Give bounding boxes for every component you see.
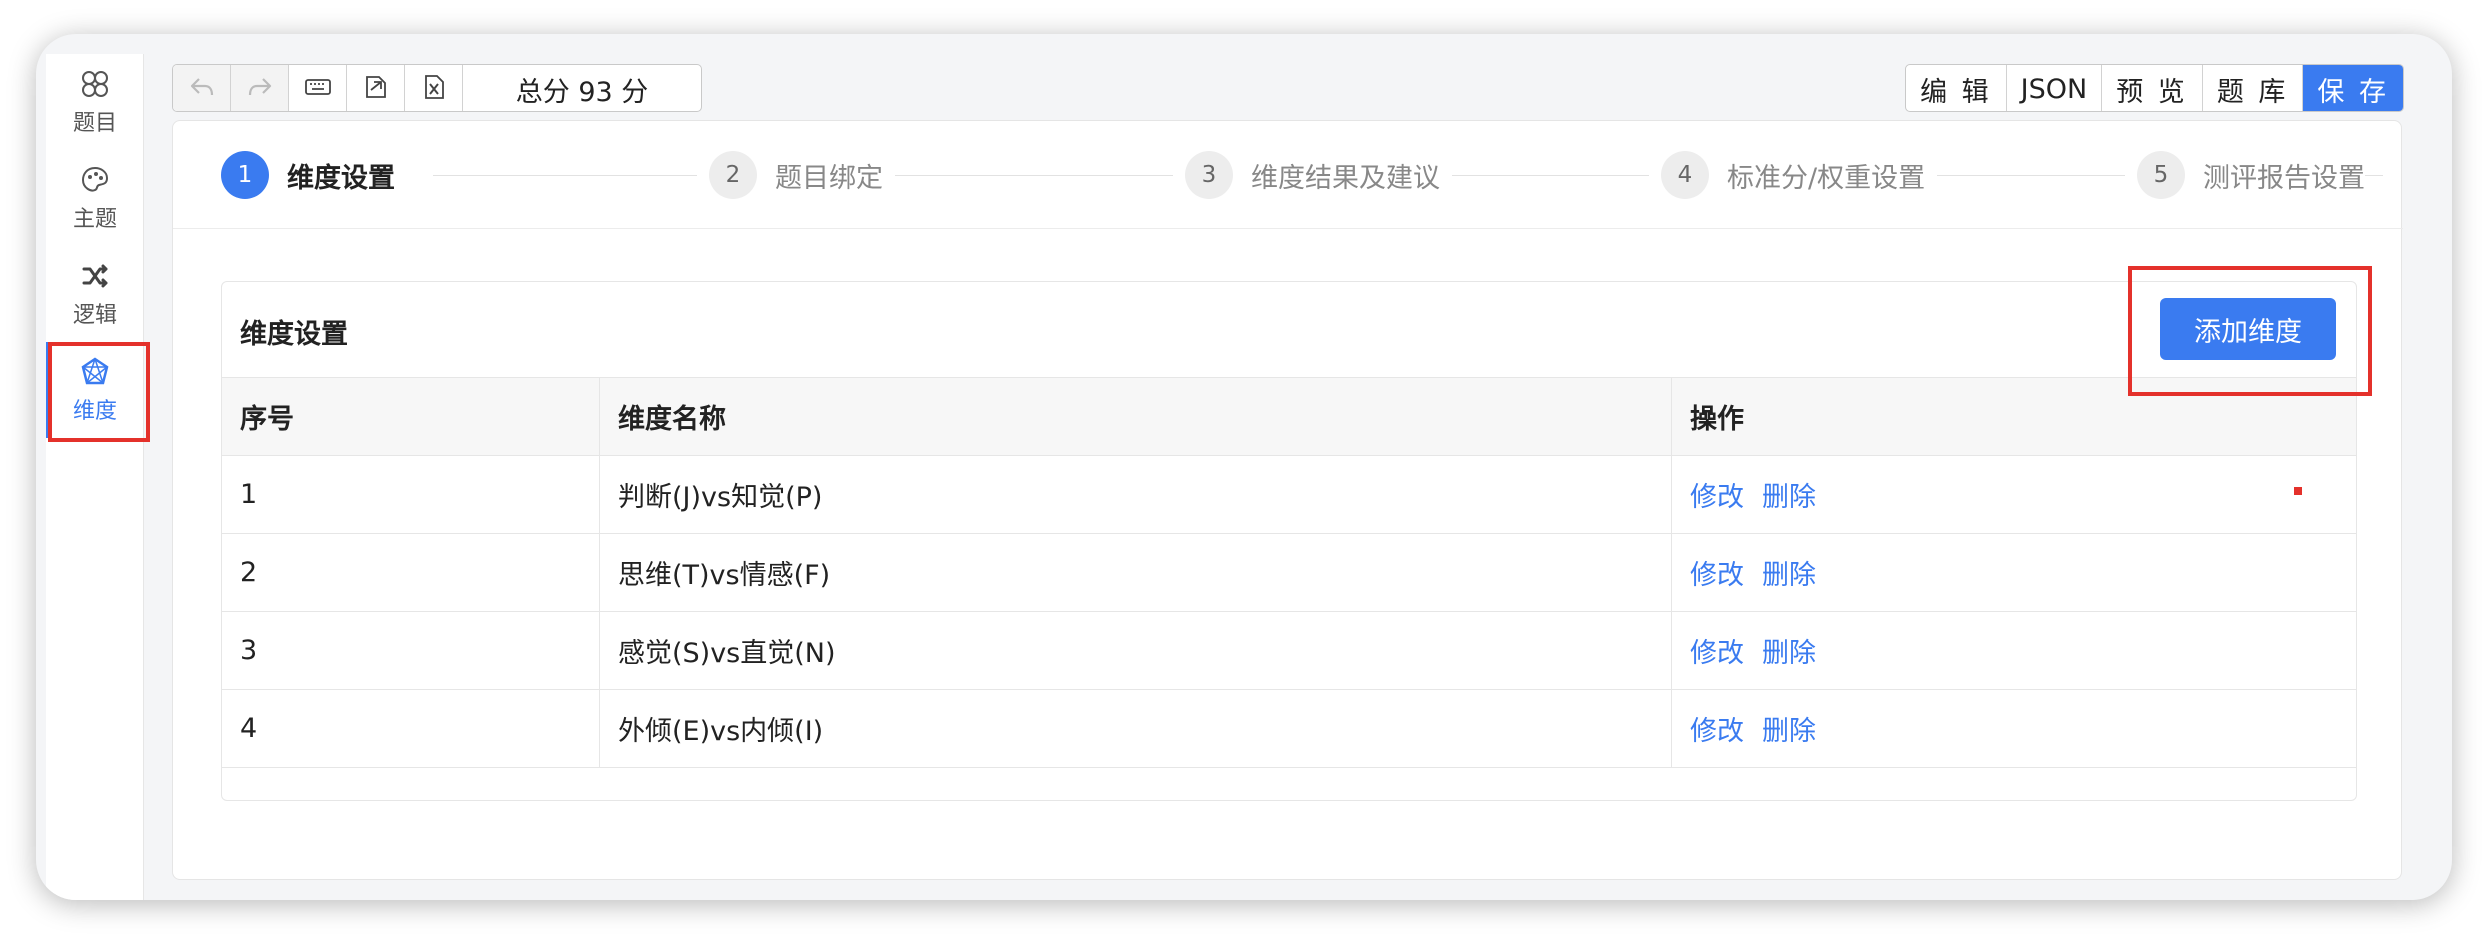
delete-link[interactable]: 删除: [1762, 716, 1816, 747]
main-panel: 1 维度设置 2 题目绑定 3 维度结果及建议 4 标准分/权重设置 5 测评报…: [172, 120, 2403, 880]
step-number: 5: [2137, 151, 2185, 199]
row-dimension-name: 判断(J)vs知觉(P): [599, 455, 1672, 534]
keyboard-button[interactable]: [289, 65, 347, 111]
action-toolbar: 编 辑 JSON 预 览 题 库 保 存: [1905, 64, 2404, 112]
save-button[interactable]: 保 存: [2303, 65, 2403, 111]
json-button[interactable]: JSON: [2007, 65, 2103, 111]
row-dimension-name: 思维(T)vs情感(F): [599, 533, 1672, 612]
highlight-box-add-button: [2128, 266, 2372, 396]
sidebar-item-label: 题目: [72, 111, 117, 136]
preview-button[interactable]: 预 览: [2102, 65, 2203, 111]
step-number: 4: [1661, 151, 1709, 199]
delete-link[interactable]: 删除: [1762, 638, 1816, 669]
row-dimension-name: 外倾(E)vs内倾(I): [599, 689, 1672, 768]
step-standard-score-weights[interactable]: 4 标准分/权重设置: [1649, 149, 1938, 201]
table-row: 3 感觉(S)vs直觉(N) 修改 删除: [221, 611, 2357, 690]
row-index: 3: [221, 611, 600, 690]
app-window: 题目 主题 逻辑 维度 总分 93 分 编 辑 JSON 预 览 题 库 保 存…: [36, 34, 2452, 900]
delete-link[interactable]: 删除: [1762, 560, 1816, 591]
row-actions: 修改 删除: [1671, 533, 2357, 612]
step-number: 3: [1185, 151, 1233, 199]
questions-icon: [78, 67, 112, 101]
row-index: 2: [221, 533, 600, 612]
redo-icon: [245, 72, 275, 106]
sidebar-item-logic[interactable]: 逻辑: [46, 246, 144, 342]
row-actions: 修改 删除: [1671, 689, 2357, 768]
redo-button[interactable]: [231, 65, 289, 111]
excel-icon: [419, 72, 449, 106]
total-score: 总分 93 分: [515, 76, 649, 108]
step-dimension-results[interactable]: 3 维度结果及建议: [1173, 149, 1452, 201]
excel-export-button[interactable]: [405, 65, 463, 111]
shuffle-icon: [78, 259, 112, 293]
sidebar-item-questions[interactable]: 题目: [46, 54, 144, 150]
step-number: 1: [221, 151, 269, 199]
table-row: 2 思维(T)vs情感(F) 修改 删除: [221, 533, 2357, 612]
edit-button[interactable]: 编 辑: [1906, 65, 2007, 111]
delete-link[interactable]: 删除: [1762, 482, 1816, 513]
step-label: 维度设置: [287, 162, 395, 194]
step-question-binding[interactable]: 2 题目绑定: [697, 149, 895, 201]
step-dimension-settings[interactable]: 1 维度设置: [221, 149, 407, 201]
import-button[interactable]: [347, 65, 405, 111]
edit-link[interactable]: 修改: [1690, 638, 1744, 669]
steps-bar: 1 维度设置 2 题目绑定 3 维度结果及建议 4 标准分/权重设置 5 测评报…: [173, 121, 2403, 229]
highlight-box-sidebar: [48, 342, 150, 442]
dimension-table: 序号 维度名称 操作 1 判断(J)vs知觉(P) 修改 删除 2 思维(T)vs…: [221, 377, 2357, 768]
editor-toolbar: 总分 93 分: [172, 64, 702, 112]
row-actions: 修改 删除: [1671, 611, 2357, 690]
sidebar: 题目 主题 逻辑 维度: [46, 54, 144, 900]
palette-icon: [78, 163, 112, 197]
step-label: 标准分/权重设置: [1727, 162, 1926, 194]
import-icon: [361, 72, 391, 106]
step-report-settings[interactable]: 5 测评报告设置: [2125, 149, 2365, 201]
column-header-name: 维度名称: [599, 377, 1672, 456]
row-actions: 修改 删除: [1671, 455, 2357, 534]
step-label: 测评报告设置: [2203, 162, 2365, 194]
step-label: 题目绑定: [775, 162, 883, 194]
edit-link[interactable]: 修改: [1690, 716, 1744, 747]
row-index: 4: [221, 689, 600, 768]
row-index: 1: [221, 455, 600, 534]
table-header-row: 序号 维度名称 操作: [221, 377, 2357, 456]
sidebar-item-label: 主题: [72, 207, 117, 232]
column-header-index: 序号: [221, 377, 600, 456]
sidebar-item-theme[interactable]: 主题: [46, 150, 144, 246]
sidebar-item-label: 逻辑: [72, 303, 117, 328]
edit-link[interactable]: 修改: [1690, 482, 1744, 513]
table-row: 1 判断(J)vs知觉(P) 修改 删除: [221, 455, 2357, 534]
question-bank-button[interactable]: 题 库: [2203, 65, 2304, 111]
keyboard-icon: [303, 72, 333, 106]
dimension-settings-title: 维度设置: [240, 319, 348, 350]
table-row: 4 外倾(E)vs内倾(I) 修改 删除: [221, 689, 2357, 768]
undo-button[interactable]: [173, 65, 231, 111]
annotation-dot: [2294, 487, 2302, 495]
row-dimension-name: 感觉(S)vs直觉(N): [599, 611, 1672, 690]
step-label: 维度结果及建议: [1251, 162, 1440, 194]
edit-link[interactable]: 修改: [1690, 560, 1744, 591]
step-number: 2: [709, 151, 757, 199]
undo-icon: [187, 72, 217, 106]
